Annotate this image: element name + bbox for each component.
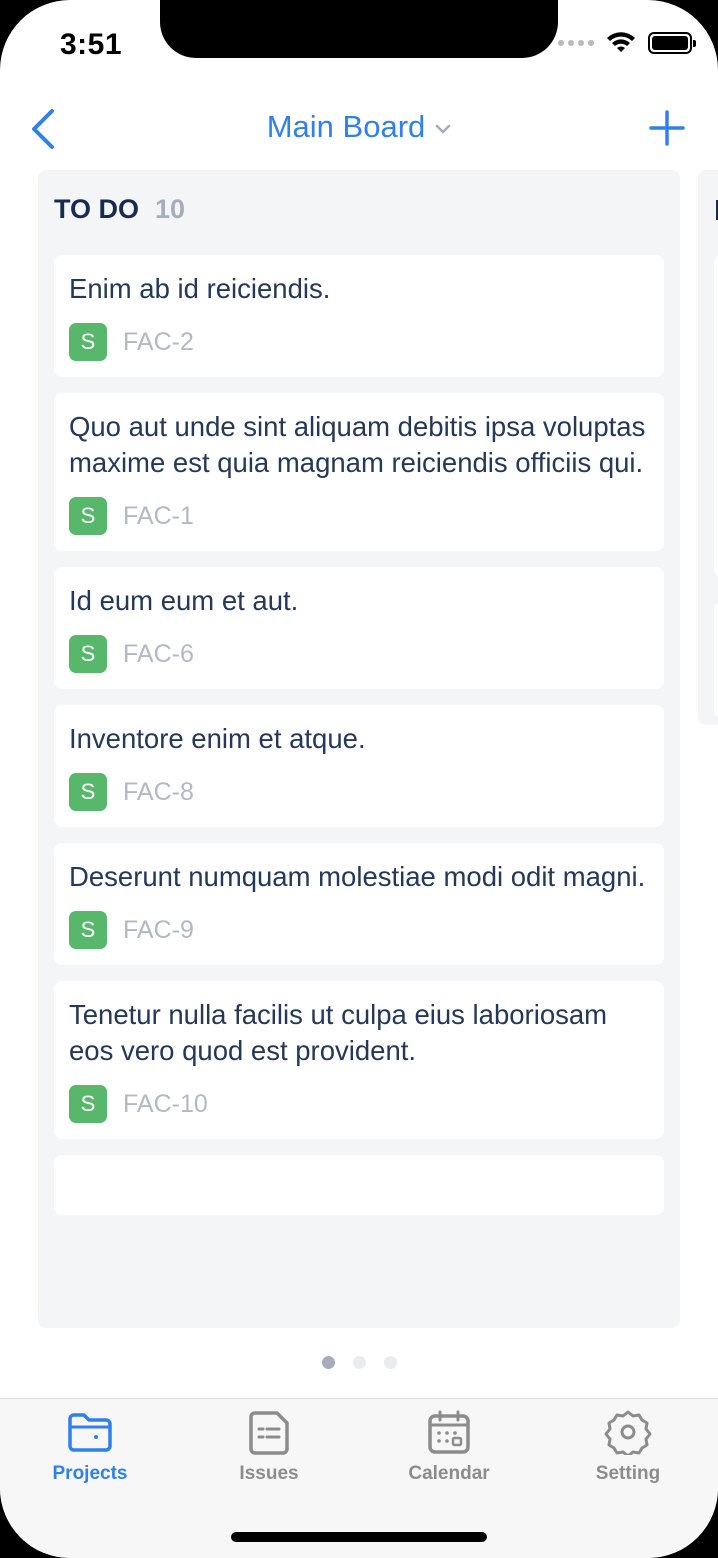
issue-card[interactable]: Id eum eum et aut. S FAC-6: [54, 567, 664, 689]
tab-label: Setting: [595, 1463, 661, 1484]
status-indicators: [558, 32, 696, 54]
issue-card-peek: [714, 602, 718, 718]
issue-card-peek: [714, 255, 718, 577]
tab-calendar[interactable]: Calendar: [359, 1409, 539, 1485]
status-time: 3:51: [60, 28, 123, 61]
home-indicator: [231, 1532, 487, 1542]
add-icon[interactable]: [648, 109, 686, 147]
issue-key: FAC-8: [123, 777, 194, 806]
board-column-next[interactable]: [698, 170, 718, 725]
column-title: TO DO: [54, 194, 140, 224]
story-badge: S: [69, 1085, 107, 1123]
issue-card[interactable]: Enim ab id reiciendis. S FAC-2: [54, 255, 664, 377]
issue-key: FAC-1: [123, 501, 194, 530]
navigation-bar: Main Board: [0, 95, 718, 165]
column-count: 10: [155, 194, 186, 224]
issue-card[interactable]: Inventore enim et atque. S FAC-8: [54, 705, 664, 827]
story-badge: S: [69, 497, 107, 535]
issue-card[interactable]: Deserunt numquam molestiae modi odit mag…: [54, 843, 664, 965]
card-meta: S FAC-2: [69, 323, 649, 361]
tab-label: Issues: [239, 1463, 299, 1484]
calendar-icon: [428, 1410, 470, 1454]
wifi-icon: [607, 32, 635, 52]
board-title: Main Board: [266, 109, 426, 144]
story-badge: S: [69, 323, 107, 361]
story-badge: S: [69, 911, 107, 949]
card-title: Inventore enim et atque.: [69, 723, 366, 754]
board-column-todo: TO DO 10 Enim ab id reiciendis. S FAC-2 …: [38, 170, 680, 1328]
battery-icon: [648, 32, 696, 54]
issue-card-partial[interactable]: [54, 1155, 664, 1215]
tab-label: Projects: [52, 1463, 128, 1484]
story-badge: S: [69, 773, 107, 811]
story-badge: S: [69, 635, 107, 673]
issue-key: FAC-9: [123, 915, 194, 944]
cellular-signal-icon: [558, 40, 594, 46]
issue-key: FAC-2: [123, 327, 194, 356]
page-dot-3[interactable]: [383, 1356, 397, 1369]
card-meta: S FAC-1: [69, 497, 649, 535]
card-title: Tenetur nulla facilis ut culpa eius labo…: [69, 999, 608, 1066]
card-list[interactable]: Enim ab id reiciendis. S FAC-2 Quo aut u…: [54, 255, 664, 1232]
card-meta: S FAC-6: [69, 635, 649, 673]
issue-key: FAC-10: [123, 1089, 208, 1118]
phone-screen: 3:51 Main Board TO DO 10 Enim ab id reic…: [0, 0, 718, 1558]
folder-icon: [68, 1413, 112, 1452]
card-title: Deserunt numquam molestiae modi odit mag…: [69, 861, 646, 892]
issue-card[interactable]: Tenetur nulla facilis ut culpa eius labo…: [54, 981, 664, 1139]
page-dot-1[interactable]: [321, 1356, 335, 1369]
tab-setting[interactable]: Setting: [538, 1409, 718, 1485]
card-meta: S FAC-10: [69, 1085, 649, 1123]
tab-label: Calendar: [408, 1463, 490, 1484]
page-dot-2[interactable]: [352, 1356, 366, 1369]
card-title: Enim ab id reiciendis.: [69, 273, 331, 304]
tab-projects[interactable]: Projects: [0, 1409, 180, 1485]
column-header: TO DO 10: [54, 194, 185, 225]
card-title: Quo aut unde sint aliquam debitis ipsa v…: [69, 411, 646, 478]
card-meta: S FAC-9: [69, 911, 649, 949]
issue-key: FAC-6: [123, 639, 194, 668]
issues-icon: [249, 1411, 289, 1455]
gear-icon: [604, 1410, 652, 1455]
page-indicator: [0, 1356, 718, 1369]
issue-card[interactable]: Quo aut unde sint aliquam debitis ipsa v…: [54, 393, 664, 551]
chevron-down-icon: [436, 124, 451, 134]
card-title: Id eum eum et aut.: [69, 585, 299, 616]
device-notch: [160, 0, 558, 58]
card-meta: S FAC-8: [69, 773, 649, 811]
board-selector[interactable]: Main Board: [0, 109, 718, 145]
tab-issues[interactable]: Issues: [179, 1409, 359, 1485]
